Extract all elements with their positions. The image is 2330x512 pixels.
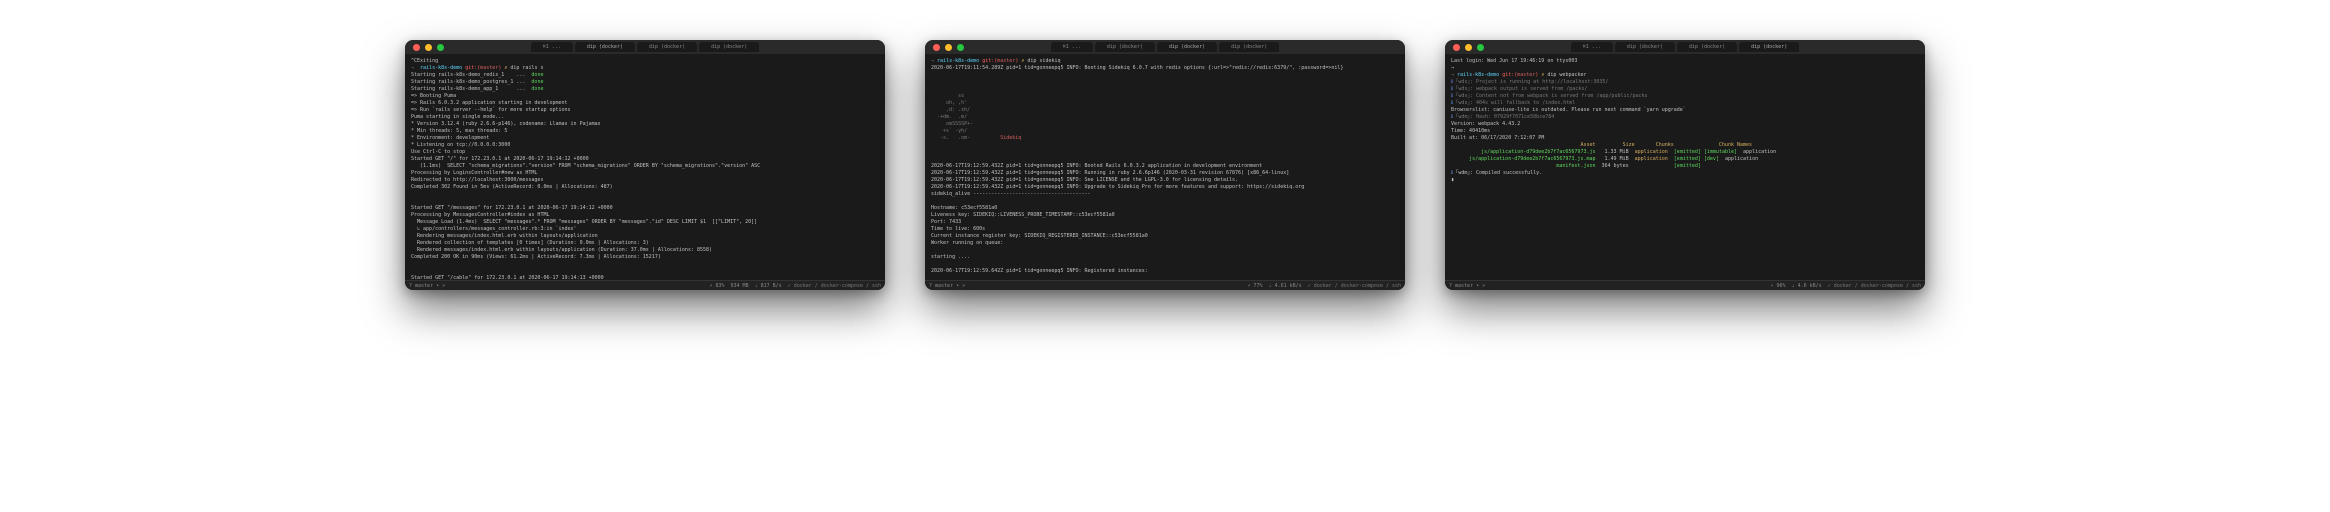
statusbar: ? master • » ⚡ 83% 934 MB ⇣ 817 B/s ✓ do… (405, 280, 885, 290)
statusbar: ? master • » ⚡ 77% ⇣ 4.61 kB/s ✓ docker … (925, 280, 1405, 290)
branch-status: ? master • » (929, 283, 965, 289)
tab-bar: ⌘1 ... dip (docker) dip (docker) dip (do… (1445, 42, 1925, 52)
terminal-window-rails: ⌘1 ... dip (docker) dip (docker) dip (do… (405, 40, 885, 290)
net-status: ⇣ 4.6 kB/s (1792, 283, 1822, 289)
terminal-window-sidekiq: ⌘1 ... dip (docker) dip (docker) dip (do… (925, 40, 1405, 290)
tab-active[interactable]: dip (docker) (1739, 42, 1799, 52)
tab[interactable]: ⌘1 ... (1571, 42, 1613, 52)
tab-bar: ⌘1 ... dip (docker) dip (docker) dip (do… (405, 42, 885, 52)
net-status: ⇣ 4.61 kB/s (1269, 283, 1302, 289)
terminal-window-webpacker: ⌘1 ... dip (docker) dip (docker) dip (do… (1445, 40, 1925, 290)
net-status: ⇣ 817 B/s (755, 283, 782, 289)
tab[interactable]: dip (docker) (1095, 42, 1155, 52)
tab-active[interactable]: dip (docker) (1157, 42, 1217, 52)
tab[interactable]: dip (docker) (1677, 42, 1737, 52)
context-status: ✓ docker / docker-compose / ssh (1308, 283, 1401, 289)
cpu-status: ⚡ 96% (1771, 283, 1786, 289)
branch-status: ? master • » (1449, 283, 1485, 289)
cpu-status: ⚡ 83% (709, 283, 724, 289)
tab[interactable]: dip (docker) (1615, 42, 1675, 52)
context-status: ✓ docker / docker-compose / ssh (1828, 283, 1921, 289)
titlebar[interactable]: ⌘1 ... dip (docker) dip (docker) dip (do… (405, 40, 885, 54)
titlebar[interactable]: ⌘1 ... dip (docker) dip (docker) dip (do… (1445, 40, 1925, 54)
cpu-status: ⚡ 77% (1247, 283, 1262, 289)
tab[interactable]: dip (docker) (1219, 42, 1279, 52)
tab[interactable]: dip (docker) (637, 42, 697, 52)
tab[interactable]: dip (docker) (699, 42, 759, 52)
terminal-body[interactable]: → rails-k8s-demo git:(master) ✗ dip side… (925, 54, 1405, 280)
tab[interactable]: ⌘1 ... (531, 42, 573, 52)
context-status: ✓ docker / docker-compose / ssh (788, 283, 881, 289)
statusbar: ? master • » ⚡ 96% ⇣ 4.6 kB/s ✓ docker /… (1445, 280, 1925, 290)
terminal-body[interactable]: Last login: Wed Jun 17 19:46:19 on ttys0… (1445, 54, 1925, 280)
mem-status: 934 MB (731, 283, 749, 289)
terminal-body[interactable]: ^CExiting → rails-k8s-demo git:(master) … (405, 54, 885, 280)
branch-status: ? master • » (409, 283, 445, 289)
titlebar[interactable]: ⌘1 ... dip (docker) dip (docker) dip (do… (925, 40, 1405, 54)
tab-active[interactable]: dip (docker) (575, 42, 635, 52)
tab-bar: ⌘1 ... dip (docker) dip (docker) dip (do… (925, 42, 1405, 52)
tab[interactable]: ⌘1 ... (1051, 42, 1093, 52)
